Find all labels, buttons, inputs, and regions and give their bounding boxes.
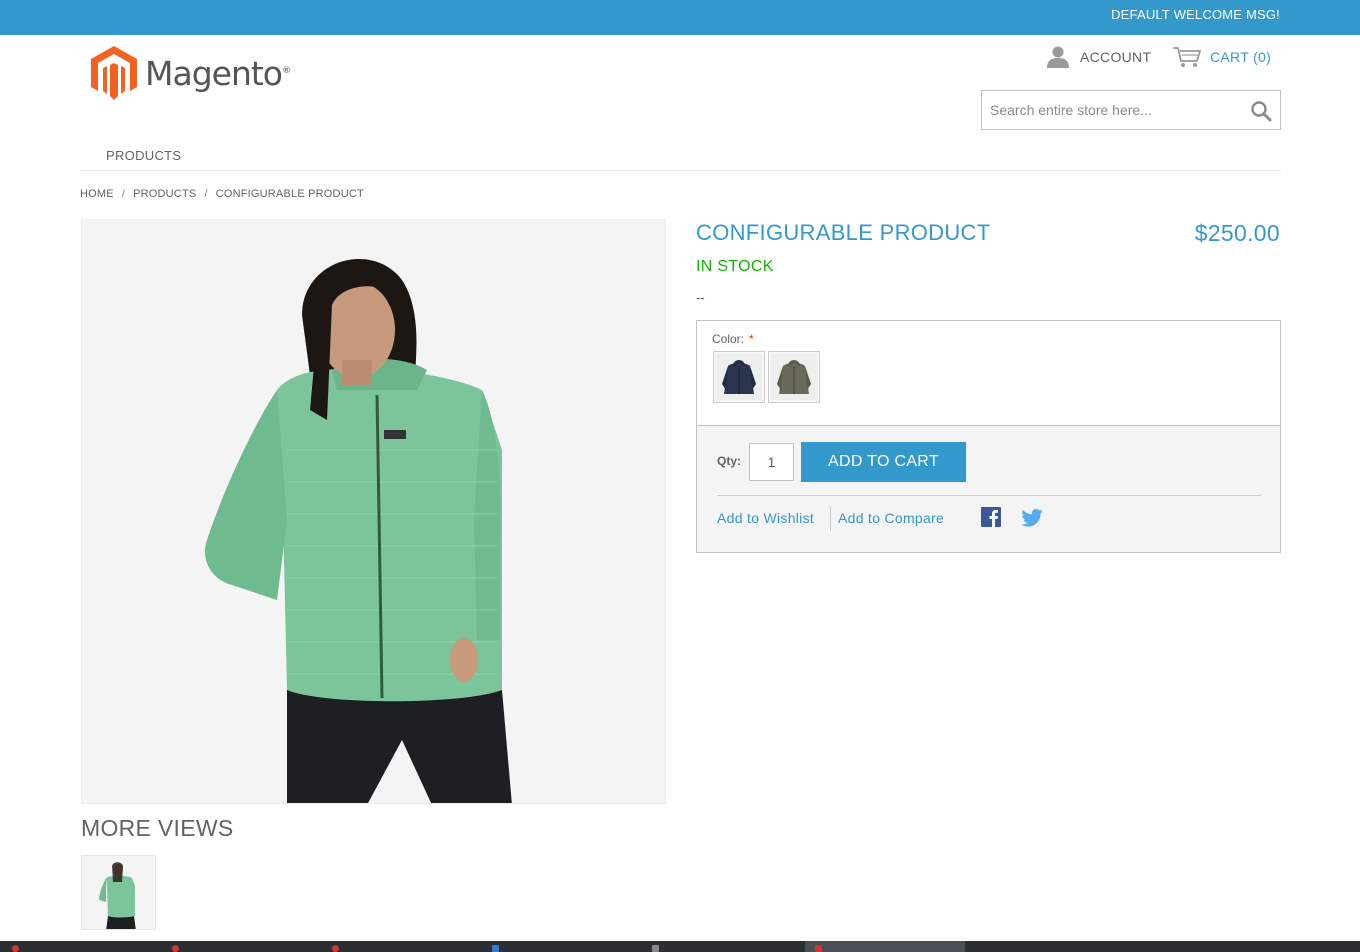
add-to-compare-link[interactable]: Add to Compare	[838, 510, 944, 526]
search-input[interactable]	[982, 91, 1242, 129]
cart-count: (0)	[1253, 49, 1272, 65]
search-form	[981, 90, 1281, 130]
store-logo[interactable]: Magento®	[91, 46, 291, 100]
add-to-cart-box: Qty: ADD TO CART Add to Wishlist Add to …	[696, 425, 1281, 553]
taskbar-item[interactable]	[652, 944, 659, 952]
qty-input[interactable]	[749, 443, 794, 481]
short-description: --	[696, 290, 705, 305]
taskbar-item[interactable]	[815, 944, 822, 952]
more-views-heading: MORE VIEWS	[81, 815, 234, 841]
magento-logo-icon	[91, 46, 137, 100]
color-swatch-gray[interactable]	[768, 351, 820, 403]
nav-item-products[interactable]: PRODUCTS	[106, 148, 181, 163]
search-icon[interactable]	[1250, 100, 1272, 122]
taskbar-item[interactable]	[332, 944, 339, 952]
jacket-gray-icon	[771, 354, 817, 400]
taskbar-item[interactable]	[172, 944, 179, 952]
taskbar-item-active[interactable]	[805, 941, 965, 952]
person-icon	[1047, 46, 1069, 68]
thumbnail-photo	[82, 856, 155, 929]
twitter-icon[interactable]	[1021, 509, 1043, 527]
os-taskbar	[0, 941, 1360, 952]
more-views-thumbnail[interactable]	[81, 855, 156, 930]
cart-label: CART (0)	[1210, 49, 1272, 65]
logo-wordmark: Magento®	[145, 53, 291, 93]
divider	[717, 495, 1261, 496]
product-photo	[82, 220, 665, 803]
color-option-label: Color: *	[712, 332, 754, 346]
taskbar-item[interactable]	[492, 944, 499, 952]
product-options: Color: *	[696, 320, 1281, 426]
breadcrumb-separator: /	[121, 188, 126, 200]
cart-link[interactable]: CART (0)	[1172, 46, 1271, 68]
breadcrumb-separator: /	[204, 188, 208, 200]
facebook-icon[interactable]	[981, 507, 1001, 527]
jacket-navy-icon	[716, 354, 762, 400]
stock-status: IN STOCK	[696, 258, 774, 275]
welcome-message: DEFAULT WELCOME MSG!	[1111, 7, 1280, 22]
link-separator	[830, 507, 831, 531]
product-price: $250.00	[1194, 220, 1280, 246]
breadcrumb: HOME / PRODUCTS / CONFIGURABLE PRODUCT	[80, 188, 364, 200]
top-bar: DEFAULT WELCOME MSG!	[0, 0, 1360, 35]
product-name: CONFIGURABLE PRODUCT	[696, 220, 991, 245]
cart-icon	[1173, 47, 1202, 67]
main-navigation: PRODUCTS	[80, 140, 1281, 171]
color-swatch-navy[interactable]	[713, 351, 765, 403]
required-mark: *	[749, 332, 754, 346]
qty-label: Qty:	[717, 454, 741, 468]
account-label: ACCOUNT	[1080, 49, 1152, 65]
add-to-wishlist-link[interactable]: Add to Wishlist	[717, 510, 814, 526]
breadcrumb-products[interactable]: PRODUCTS	[133, 188, 196, 200]
account-link[interactable]: ACCOUNT	[1046, 46, 1151, 68]
breadcrumb-current: CONFIGURABLE PRODUCT	[215, 188, 364, 200]
add-to-cart-button[interactable]: ADD TO CART	[801, 442, 966, 482]
product-main-image[interactable]	[81, 219, 666, 804]
taskbar-item[interactable]	[12, 944, 19, 952]
breadcrumb-home[interactable]: HOME	[80, 188, 114, 200]
